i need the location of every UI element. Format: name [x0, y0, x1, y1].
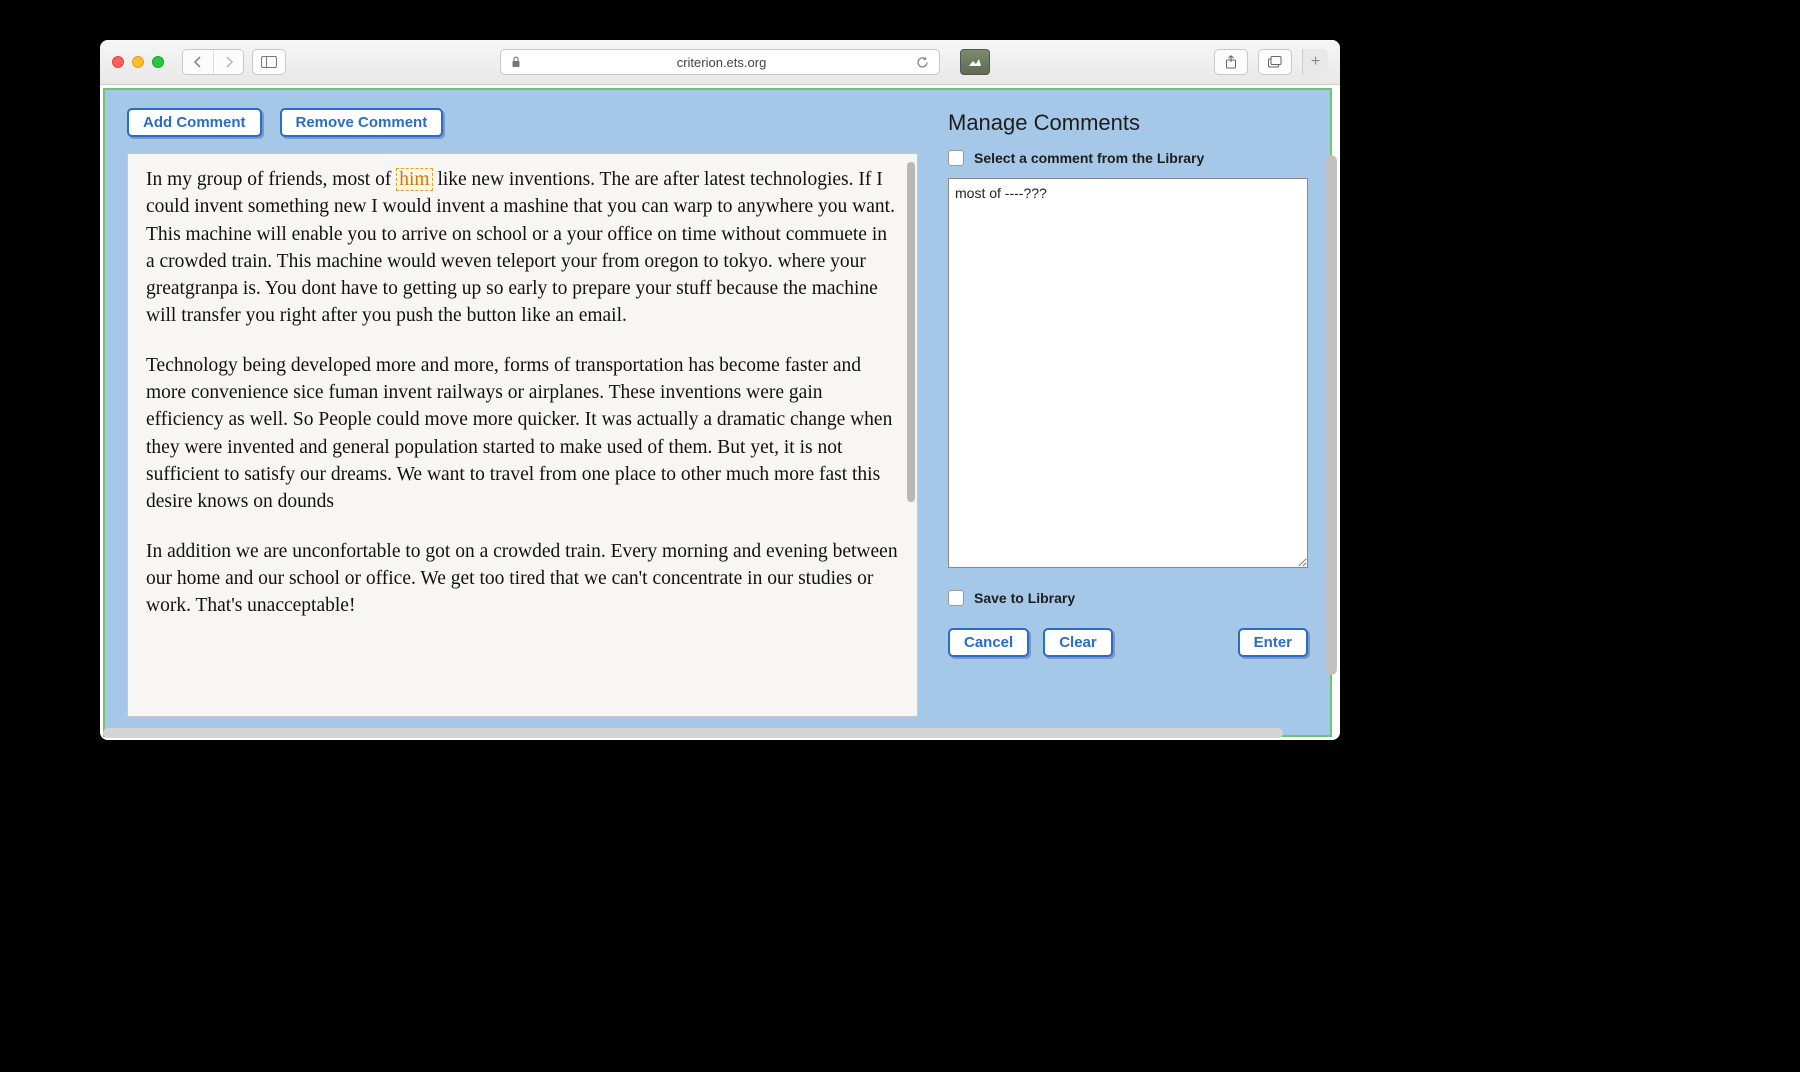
- back-button[interactable]: [183, 50, 213, 74]
- checkbox-icon[interactable]: [948, 590, 964, 606]
- add-comment-button[interactable]: Add Comment: [127, 108, 262, 137]
- essay-paragraph: In my group of friends, most of him like…: [146, 166, 899, 330]
- extension-button[interactable]: [960, 49, 990, 75]
- save-to-library-label: Save to Library: [974, 590, 1075, 606]
- enter-button[interactable]: Enter: [1238, 628, 1308, 657]
- address-bar[interactable]: criterion.ets.org: [500, 49, 940, 75]
- sidebar-toggle-button[interactable]: [252, 49, 286, 75]
- new-tab-button[interactable]: +: [1302, 49, 1328, 75]
- left-column: Add Comment Remove Comment In my group o…: [127, 108, 918, 717]
- titlebar-right-tools: +: [1214, 49, 1328, 75]
- page-scrollbar-vertical[interactable]: [1325, 155, 1337, 675]
- criterion-panel: Add Comment Remove Comment In my group o…: [105, 90, 1330, 735]
- fullscreen-window-button[interactable]: [152, 56, 164, 68]
- page-content: Add Comment Remove Comment In my group o…: [100, 85, 1340, 740]
- checkbox-icon[interactable]: [948, 150, 964, 166]
- select-from-library-row[interactable]: Select a comment from the Library: [948, 150, 1308, 166]
- panel-title: Manage Comments: [948, 110, 1308, 136]
- share-button[interactable]: [1214, 49, 1248, 75]
- address-text: criterion.ets.org: [527, 55, 916, 70]
- cancel-button[interactable]: Cancel: [948, 628, 1029, 657]
- essay-paragraph: Technology being developed more and more…: [146, 352, 899, 516]
- browser-window: criterion.ets.org + Add: [100, 40, 1340, 740]
- nav-buttons: [182, 49, 244, 75]
- essay-viewer[interactable]: In my group of friends, most of him like…: [127, 153, 918, 717]
- remove-comment-button[interactable]: Remove Comment: [280, 108, 444, 137]
- reload-icon[interactable]: [916, 56, 929, 69]
- titlebar: criterion.ets.org +: [100, 40, 1340, 85]
- lock-icon: [511, 56, 521, 68]
- close-window-button[interactable]: [112, 56, 124, 68]
- tabs-button[interactable]: [1258, 49, 1292, 75]
- page-scrollbar-horizontal[interactable]: [103, 728, 1283, 738]
- minimize-window-button[interactable]: [132, 56, 144, 68]
- essay-scrollbar[interactable]: [907, 162, 915, 502]
- essay-text: In my group of friends, most of: [146, 169, 396, 190]
- comment-action-row: Add Comment Remove Comment: [127, 108, 918, 137]
- forward-button[interactable]: [213, 50, 243, 74]
- panel-button-row: Cancel Clear Enter: [948, 628, 1308, 657]
- essay-paragraph: In addition we are unconfortable to got …: [146, 538, 899, 620]
- clear-button[interactable]: Clear: [1043, 628, 1113, 657]
- select-from-library-label: Select a comment from the Library: [974, 150, 1204, 166]
- save-to-library-row[interactable]: Save to Library: [948, 590, 1308, 606]
- essay-text: like new inventions. The are after lates…: [146, 169, 895, 326]
- window-traffic-lights: [112, 56, 164, 68]
- highlighted-word[interactable]: him: [396, 168, 432, 191]
- manage-comments-panel: Manage Comments Select a comment from th…: [948, 108, 1308, 717]
- comment-textarea[interactable]: [948, 178, 1308, 568]
